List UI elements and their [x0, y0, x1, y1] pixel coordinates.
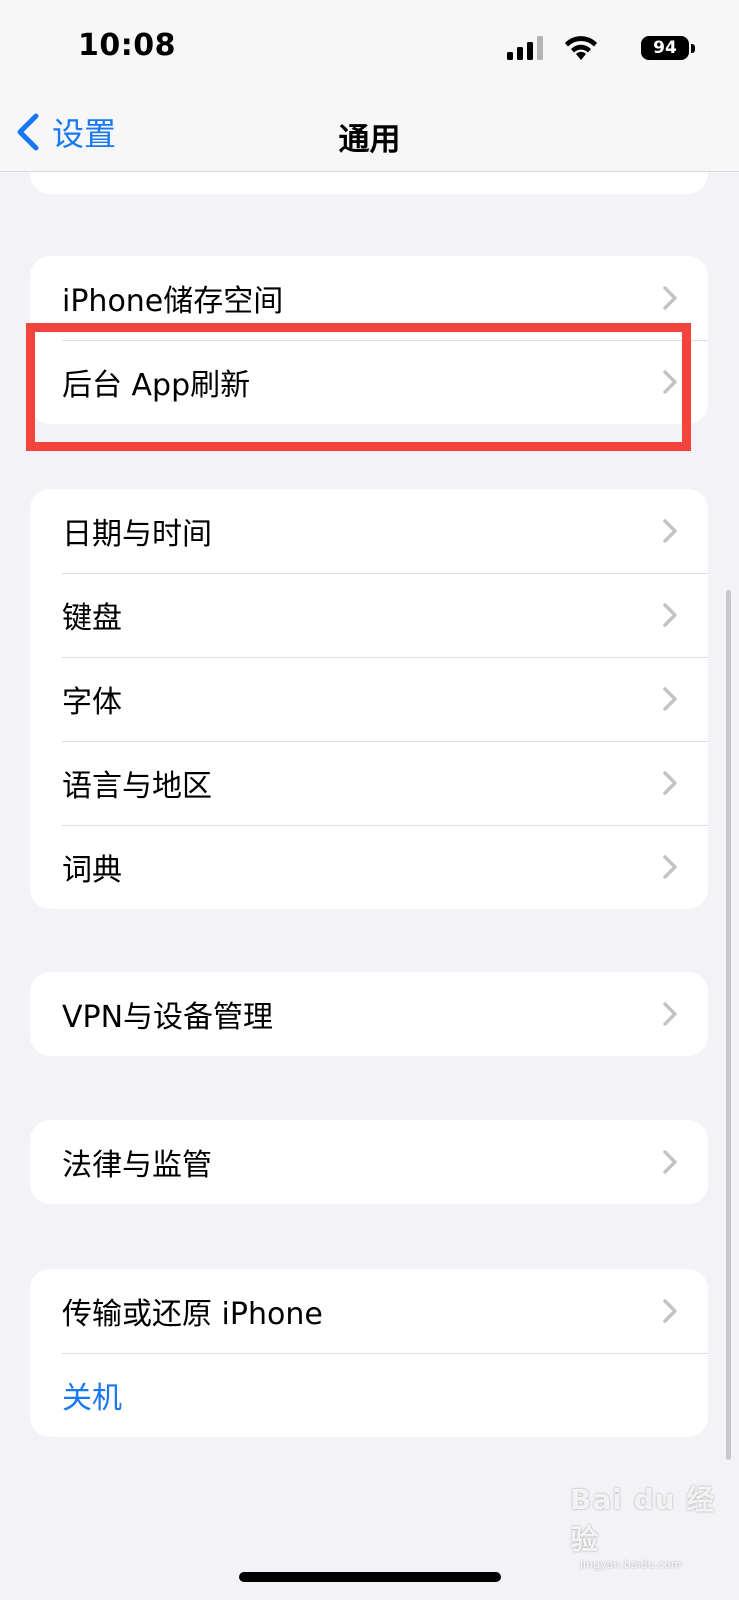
- row-vpn-device-management[interactable]: VPN与设备管理: [30, 972, 708, 1056]
- row-label: 法律与监管: [62, 1148, 212, 1183]
- chevron-right-icon: [663, 603, 677, 627]
- chevron-right-icon: [663, 687, 677, 711]
- chevron-right-icon: [663, 286, 677, 310]
- row-fonts[interactable]: 字体: [30, 657, 708, 741]
- chevron-right-icon: [663, 1002, 677, 1026]
- row-label: iPhone储存空间: [62, 284, 284, 319]
- row-dictionary[interactable]: 词典: [30, 825, 708, 909]
- row-label: 词典: [62, 853, 122, 888]
- settings-group-vpn: VPN与设备管理: [30, 972, 708, 1056]
- shut-down-label: 关机: [62, 1381, 122, 1416]
- battery-icon: 94: [641, 36, 689, 60]
- previous-group-edge: [30, 172, 708, 194]
- battery-nub: [691, 44, 695, 53]
- baidu-watermark: Bai du 经验 jingyan.baidu.com: [570, 1478, 739, 1571]
- settings-group-locale: 日期与时间 键盘 字体 语言与地区 词典: [30, 489, 708, 909]
- row-label: 键盘: [62, 601, 122, 636]
- chevron-right-icon: [663, 771, 677, 795]
- row-label: 后台 App刷新: [62, 368, 251, 403]
- row-keyboard[interactable]: 键盘: [30, 573, 708, 657]
- wifi-icon: [565, 36, 597, 60]
- row-label: VPN与设备管理: [62, 1000, 274, 1035]
- navigation-bar: 设置 通用: [0, 96, 739, 172]
- settings-group-reset: 传输或还原 iPhone 关机: [30, 1269, 708, 1437]
- row-transfer-reset-iphone[interactable]: 传输或还原 iPhone: [30, 1269, 708, 1353]
- row-label: 传输或还原 iPhone: [62, 1297, 323, 1332]
- watermark-sub: jingyan.baidu.com: [580, 1558, 682, 1571]
- row-date-time[interactable]: 日期与时间: [30, 489, 708, 573]
- chevron-right-icon: [663, 519, 677, 543]
- cellular-signal-icon: [507, 36, 543, 60]
- row-language-region[interactable]: 语言与地区: [30, 741, 708, 825]
- chevron-right-icon: [663, 1150, 677, 1174]
- settings-group-storage: iPhone储存空间 后台 App刷新: [30, 256, 708, 424]
- home-indicator[interactable]: [239, 1572, 501, 1582]
- watermark-main: Bai du 经验: [570, 1483, 716, 1556]
- status-time: 10:08: [78, 28, 176, 63]
- chevron-right-icon: [663, 1299, 677, 1323]
- settings-group-legal: 法律与监管: [30, 1120, 708, 1204]
- row-background-app-refresh[interactable]: 后台 App刷新: [30, 340, 708, 424]
- row-label: 语言与地区: [62, 769, 212, 804]
- chevron-right-icon: [663, 370, 677, 394]
- battery-level: 94: [653, 38, 677, 58]
- row-label: 日期与时间: [62, 517, 212, 552]
- chevron-right-icon: [663, 855, 677, 879]
- row-label: 字体: [62, 685, 122, 720]
- row-shut-down[interactable]: 关机: [30, 1353, 708, 1437]
- page-title: 通用: [338, 122, 401, 158]
- row-iphone-storage[interactable]: iPhone储存空间: [30, 256, 708, 340]
- status-bar: 10:08 94: [0, 0, 739, 96]
- scroll-indicator[interactable]: [726, 590, 731, 1460]
- row-legal-regulatory[interactable]: 法律与监管: [30, 1120, 708, 1204]
